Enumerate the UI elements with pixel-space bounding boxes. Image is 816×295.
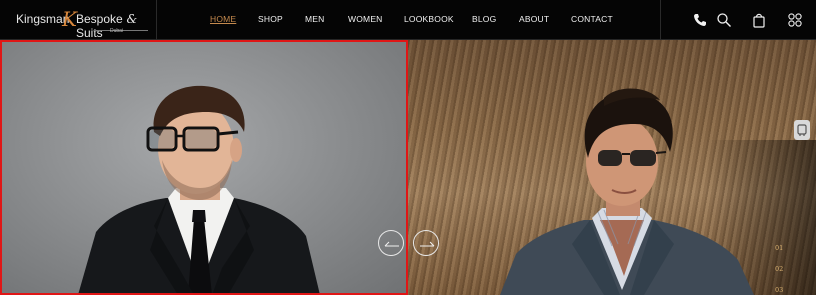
widget-icon — [797, 124, 807, 136]
slide-page-3[interactable]: 03 — [775, 286, 783, 294]
nav-about[interactable]: ABOUT — [519, 14, 549, 24]
shopping-bag-icon[interactable] — [751, 12, 767, 28]
nav-men[interactable]: MEN — [305, 14, 325, 24]
search-icon[interactable] — [716, 12, 732, 28]
brand-logo[interactable]: Kingsman K Bespoke & Suits Dubai — [14, 6, 156, 40]
slide-page-1[interactable]: 01 — [775, 244, 783, 252]
hero-slide-left[interactable] — [0, 40, 408, 295]
nav-lookbook[interactable]: LOOKBOOK — [404, 14, 454, 24]
brand-name-right: Bespoke & Suits — [76, 12, 138, 40]
nav-home[interactable]: HOME — [210, 14, 236, 24]
hero-slide-right[interactable] — [408, 40, 816, 295]
header-divider — [660, 0, 661, 40]
header-divider — [156, 0, 157, 40]
slide-page-2[interactable]: 02 — [775, 265, 783, 273]
nav-shop[interactable]: SHOP — [258, 14, 283, 24]
brand-monogram: K — [62, 7, 77, 31]
slider-prev-button[interactable] — [378, 230, 404, 256]
arrow-right-icon — [420, 241, 435, 247]
nav-women[interactable]: WOMEN — [348, 14, 383, 24]
nav-contact[interactable]: CONTACT — [571, 14, 613, 24]
brand-location: Dubai — [110, 28, 124, 34]
model-with-glasses-image — [78, 85, 320, 295]
site-header: Kingsman K Bespoke & Suits Dubai HOME SH… — [0, 0, 816, 40]
nav-blog[interactable]: BLOG — [472, 14, 496, 24]
menu-grid-icon[interactable] — [787, 12, 803, 28]
slider-next-button[interactable] — [413, 230, 439, 256]
arrow-left-icon — [384, 241, 399, 247]
model-with-sunglasses-image — [500, 88, 754, 295]
phone-icon[interactable] — [692, 12, 708, 28]
side-widget-tab[interactable] — [794, 120, 810, 140]
